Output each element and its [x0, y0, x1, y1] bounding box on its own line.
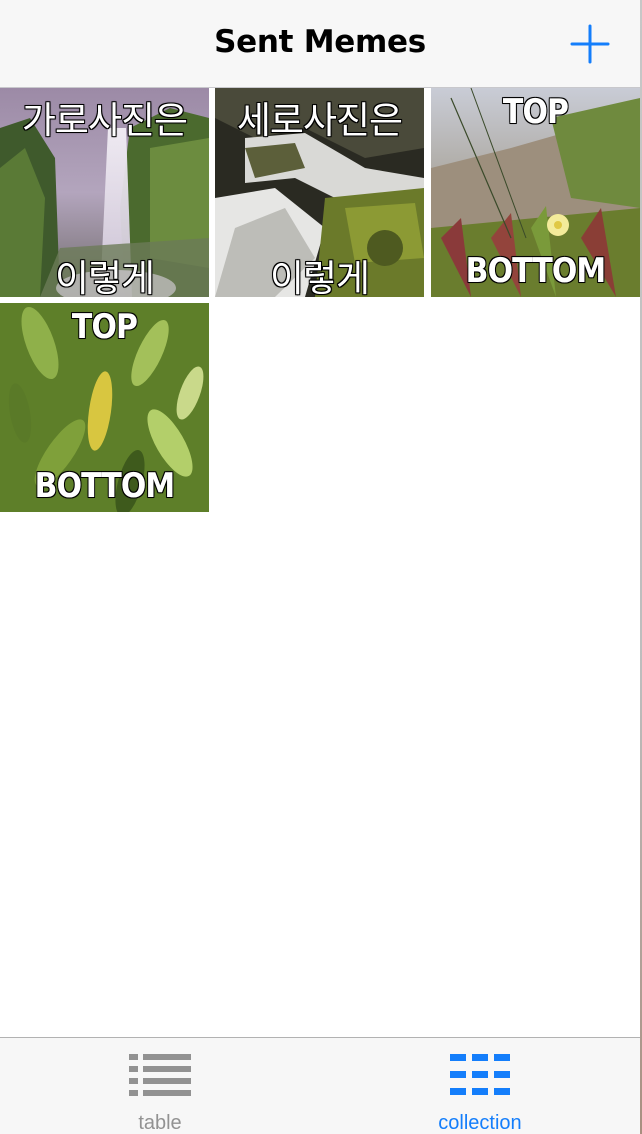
- page-title: Sent Memes: [214, 24, 426, 60]
- meme-top-text: 세로사진은: [236, 98, 404, 143]
- meme-bottom-text: 이렇게: [269, 256, 371, 297]
- tab-label: table: [138, 1112, 182, 1134]
- meme-top-text: TOP: [71, 306, 138, 348]
- meme-bottom-text: 이렇게: [54, 256, 156, 297]
- meme-bottom-text: BOTTOM: [465, 250, 607, 292]
- meme-cell[interactable]: TOP BOTTOM: [431, 88, 640, 297]
- meme-cell[interactable]: TOP BOTTOM: [0, 303, 209, 512]
- navigation-bar: Sent Memes: [0, 0, 640, 88]
- list-icon: [129, 1054, 191, 1096]
- sent-memes-screen: Sent Memes 가로사진은 이렇게 세로사진은 이렇게 TOP BOTTO…: [0, 0, 642, 1134]
- plus-icon: [570, 24, 610, 64]
- tab-label: collection: [438, 1112, 522, 1134]
- meme-top-text: 가로사진은: [21, 98, 189, 143]
- meme-bottom-text: BOTTOM: [34, 465, 176, 507]
- add-meme-button[interactable]: [568, 22, 612, 66]
- meme-top-text: TOP: [502, 91, 569, 133]
- meme-cell[interactable]: 세로사진은 이렇게: [215, 88, 424, 297]
- meme-cell[interactable]: 가로사진은 이렇게: [0, 88, 209, 297]
- tab-table[interactable]: table: [0, 1038, 320, 1134]
- tab-collection[interactable]: collection: [320, 1038, 640, 1134]
- tab-bar: table collection: [0, 1037, 640, 1134]
- grid-icon: [450, 1054, 510, 1095]
